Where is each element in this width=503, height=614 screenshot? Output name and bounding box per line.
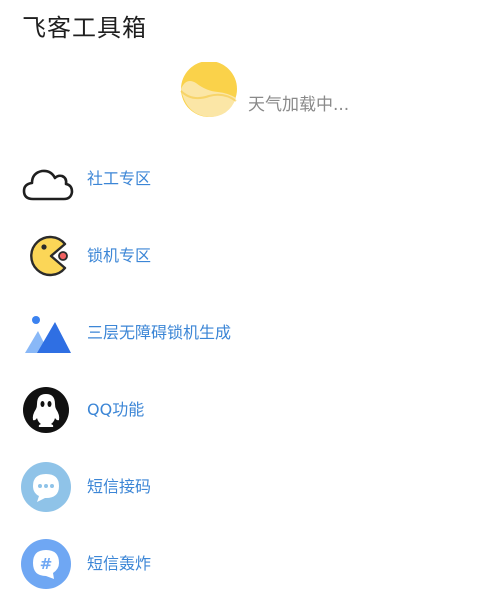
menu-item-label: 短信轰炸 [87,554,152,573]
qq-penguin-icon [20,384,74,436]
menu-item-accessibility-lock-generator[interactable]: 三层无障碍锁机生成 [0,298,503,368]
menu-item-qq-functions[interactable]: QQ功能 [0,375,503,445]
menu-item-label: QQ功能 [87,400,145,419]
weather-widget[interactable]: 天气加载中... [178,61,378,126]
menu-item-sms-receive-code[interactable]: 短信接码 [0,452,503,522]
svg-text:#: # [40,555,53,573]
hash-bubble-icon: # [20,538,74,590]
menu-item-label: 三层无障碍锁机生成 [87,323,232,342]
menu-item-label: 短信接码 [87,477,152,496]
cloud-icon [20,153,74,205]
image-mountain-icon [20,307,74,359]
menu-item-sms-bombing[interactable]: # 短信轰炸 [0,529,503,599]
pacman-icon [20,230,74,282]
sun-icon [178,61,240,120]
menu-item-lock-screen[interactable]: 锁机专区 [0,221,503,291]
weather-status-text: 天气加载中... [248,95,350,115]
menu-item-social-engineering[interactable]: 社工专区 [0,144,503,214]
menu-item-label: 社工专区 [87,169,152,188]
app-title: 飞客工具箱 [22,14,147,42]
menu-item-label: 锁机专区 [87,246,152,265]
message-bubble-icon [20,461,74,513]
